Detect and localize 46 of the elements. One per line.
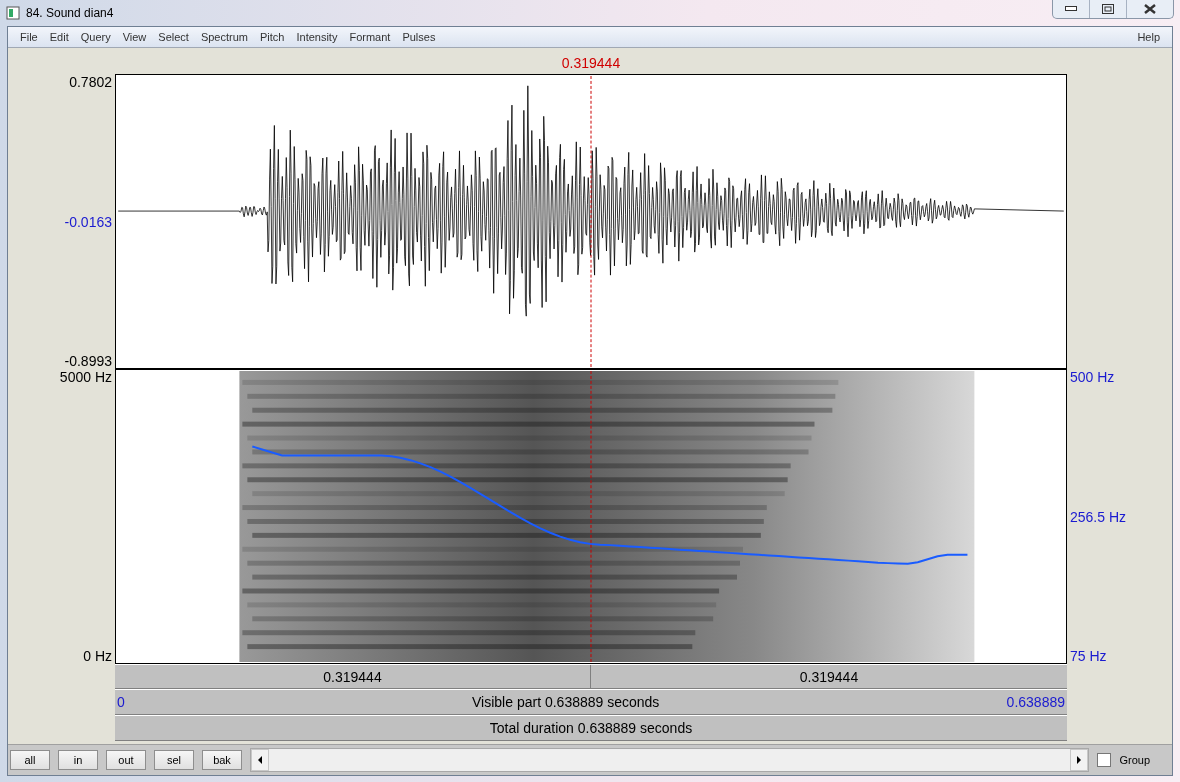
checkbox-label: Group — [1119, 754, 1150, 766]
segment-duration: 0.319444 — [798, 668, 860, 685]
cursor-time-label: 0.319444 — [561, 55, 621, 71]
group-checkbox[interactable] — [1097, 753, 1112, 767]
menu-item[interactable]: Formant — [343, 31, 397, 43]
zoom-button[interactable]: out — [106, 750, 146, 770]
minimize-icon — [1065, 6, 1077, 12]
visible-part-bar[interactable]: 0 Visible part 0.638889 seconds 0.638889 — [115, 689, 1067, 715]
left-arrow-icon — [258, 756, 262, 764]
menu-item[interactable]: Edit — [43, 31, 75, 43]
axis-label: 75 Hz — [1070, 648, 1107, 664]
zoom-button[interactable]: sel — [154, 750, 194, 770]
close-icon — [1144, 4, 1156, 14]
axis-label: 5000 Hz — [59, 369, 112, 385]
menu-item[interactable]: Pulses — [396, 31, 442, 43]
axis-label: -0.8993 — [64, 353, 112, 369]
scroll-bar[interactable] — [250, 748, 1090, 772]
segment-bar[interactable]: 0.319444 0.319444 — [115, 664, 1067, 689]
segment-duration: 0.319444 — [322, 668, 383, 685]
menu-item[interactable]: File — [14, 31, 44, 43]
axis-label: 256.5 Hz — [1070, 508, 1127, 525]
right-arrow-icon — [1077, 756, 1082, 764]
window-title: 84. Sound dian4 — [26, 6, 114, 20]
menu-item[interactable]: Help — [1131, 31, 1166, 43]
scroll-right-button[interactable] — [1070, 749, 1089, 771]
app-icon — [6, 6, 20, 20]
menu-item[interactable]: Select — [152, 31, 195, 43]
menu-item[interactable]: View — [116, 31, 153, 43]
axis-label: 0 Hz — [83, 648, 112, 664]
maximize-icon — [1102, 4, 1114, 14]
menu-item[interactable]: Pitch — [254, 31, 291, 43]
zoom-button[interactable]: in — [58, 750, 98, 770]
total-duration-text: Total duration 0.638889 seconds — [488, 720, 694, 736]
menu-item[interactable]: Spectrum — [194, 31, 254, 43]
axis-label: 500 Hz — [1070, 369, 1115, 385]
end-time: 0.638889 — [1005, 694, 1066, 710]
visible-part-text: Visible part 0.638889 seconds — [471, 694, 661, 710]
axis-label: -0.0163 — [64, 213, 112, 230]
zoom-button[interactable]: all — [10, 750, 50, 770]
total-duration-bar[interactable]: Total duration 0.638889 seconds — [115, 715, 1067, 741]
start-time: 0 — [116, 694, 126, 710]
zoom-button[interactable]: bak — [202, 750, 242, 770]
axis-label: 0.7802 — [69, 74, 112, 90]
scroll-left-button[interactable] — [251, 749, 269, 771]
menu-item[interactable]: Query — [74, 31, 117, 43]
menu-item[interactable]: Intensity — [290, 31, 344, 43]
